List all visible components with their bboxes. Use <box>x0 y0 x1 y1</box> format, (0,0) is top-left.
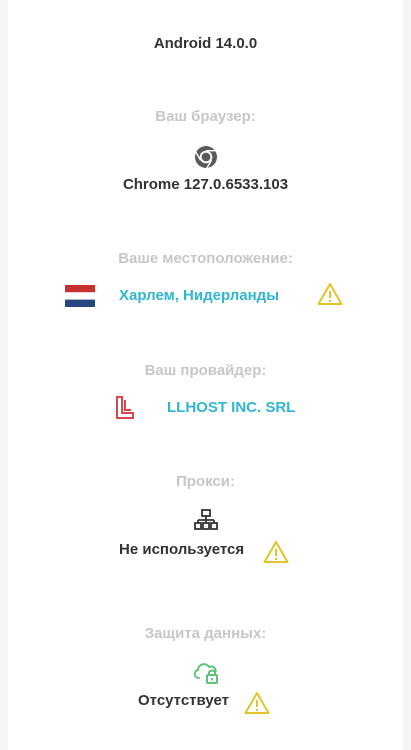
provider-logo-icon <box>116 396 134 420</box>
cloud-lock-icon <box>192 659 220 685</box>
netherlands-flag-icon <box>65 285 95 307</box>
data-protection-value: Отсутствует <box>138 692 230 709</box>
chrome-icon <box>194 145 218 169</box>
proxy-value: Не используется <box>119 541 245 558</box>
network-icon <box>193 509 218 531</box>
provider-value[interactable]: LLHOST INC. SRL <box>167 399 295 416</box>
warning-icon <box>244 691 270 715</box>
proxy-label: Прокси: <box>176 473 235 490</box>
os-version: Android 14.0.0 <box>153 35 258 52</box>
browser-icon-wrap <box>8 145 403 169</box>
info-card: Android 14.0.0 Ваш браузер: Chrome 127.0… <box>8 0 403 750</box>
browser-value: Chrome 127.0.6533.103 <box>122 176 289 193</box>
warning-icon <box>317 282 343 306</box>
browser-label: Ваш браузер: <box>155 108 256 125</box>
proxy-icon-wrap <box>8 509 403 531</box>
provider-label: Ваш провайдер: <box>144 362 267 379</box>
data-protection-label: Защита данных: <box>144 625 267 642</box>
warning-icon <box>263 540 289 564</box>
data-protection-icon-wrap <box>8 659 403 685</box>
location-value[interactable]: Харлем, Нидерланды <box>119 287 279 304</box>
location-label: Ваше местоположение: <box>118 250 293 267</box>
